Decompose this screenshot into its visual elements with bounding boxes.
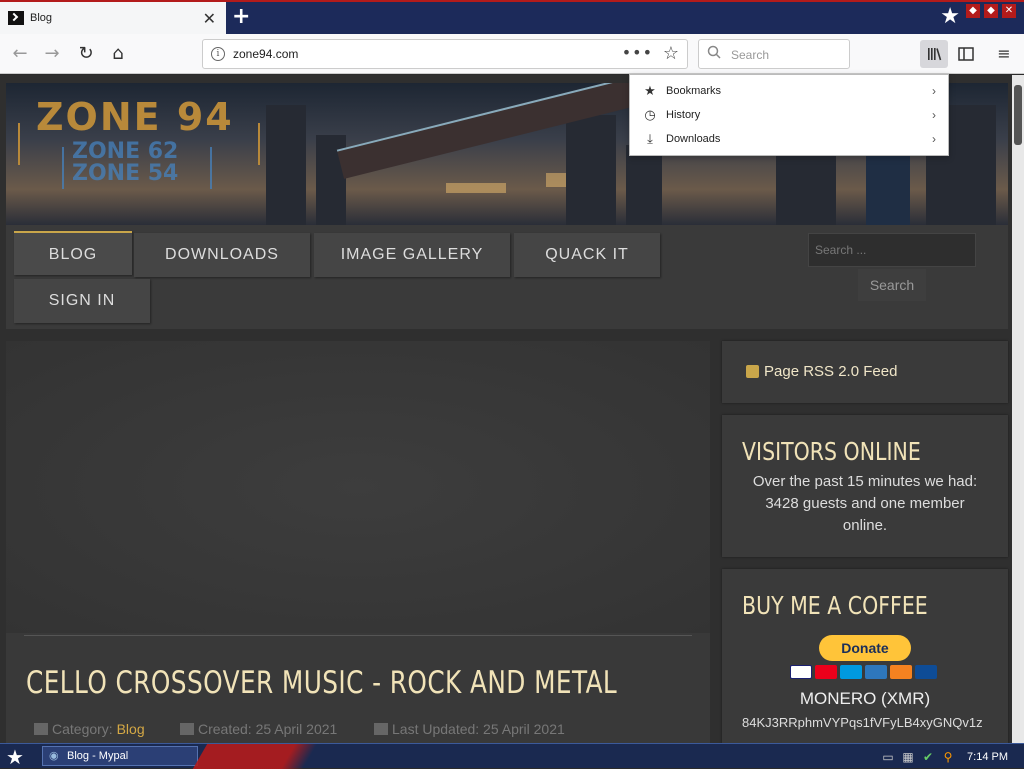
nav-item-image-gallery[interactable]: IMAGE GALLERY: [314, 233, 510, 277]
coffee-title: BUY ME A COFFEE: [742, 591, 928, 620]
page-actions-button[interactable]: •••: [622, 43, 653, 62]
nav-item-blog[interactable]: BLOG: [14, 231, 132, 275]
bookmark-star-icon[interactable]: ☆: [663, 43, 679, 64]
new-tab-button[interactable]: +: [232, 4, 250, 29]
article-title[interactable]: CELLO CROSSOVER MUSIC - ROCK AND METAL: [26, 665, 617, 701]
back-button[interactable]: ←: [6, 40, 34, 68]
monero-label: MONERO (XMR): [799, 689, 931, 708]
tab-blog[interactable]: Blog ✕: [0, 2, 226, 34]
network-icon[interactable]: ▦: [901, 750, 915, 764]
main-content: CELLO CROSSOVER MUSIC - ROCK AND METAL C…: [6, 341, 710, 743]
article-created: Created: 25 April 2021: [180, 721, 337, 737]
site-search-input[interactable]: Search ...: [808, 233, 976, 267]
forward-button[interactable]: →: [38, 40, 66, 68]
library-button[interactable]: [920, 40, 948, 68]
close-window-button[interactable]: ✕: [1002, 4, 1016, 18]
maximize-button[interactable]: ◆: [984, 4, 998, 18]
chevron-right-icon: ›: [932, 84, 936, 98]
library-menu: ★ Bookmarks › ◷ History › ⤓ Downloads ›: [629, 74, 949, 156]
menu-item-downloads[interactable]: ⤓ Downloads ›: [630, 127, 948, 151]
menu-item-label: Bookmarks: [666, 85, 722, 97]
browser-icon: ◉: [49, 749, 59, 762]
updated-date: Last Updated: 25 April 2021: [392, 721, 565, 737]
discover-icon: [890, 665, 912, 679]
navigation-toolbar: ← → ↻ ⌂ i zone94.com ••• ☆ Search ≡: [0, 34, 1024, 74]
category-label: Category:: [52, 721, 113, 737]
star-icon: ★: [940, 4, 960, 29]
site-search-button[interactable]: Search: [858, 269, 926, 301]
menu-button[interactable]: ≡: [990, 40, 1018, 68]
site-logo[interactable]: ZONE 94: [36, 95, 234, 139]
url-bar[interactable]: i zone94.com ••• ☆: [202, 39, 688, 69]
nav-item-downloads[interactable]: DOWNLOADS: [134, 233, 310, 277]
system-tray: ▭ ▦ ✔ ⚲ 7:14 PM: [881, 744, 1024, 769]
category-link[interactable]: Blog: [117, 721, 145, 737]
menu-item-label: Downloads: [666, 133, 721, 145]
url-text[interactable]: zone94.com: [233, 47, 298, 61]
calendar-icon: [180, 723, 194, 735]
visitors-title: VISITORS ONLINE: [742, 437, 921, 466]
download-icon: ⤓: [647, 131, 653, 146]
rss-box: Page RSS 2.0 Feed: [722, 341, 1008, 403]
amex-icon: [865, 665, 887, 679]
jcb-icon: [915, 665, 937, 679]
close-tab-icon[interactable]: ✕: [203, 9, 216, 28]
article-updated: Last Updated: 25 April 2021: [374, 721, 565, 737]
sidebar-icon: [958, 47, 974, 61]
search-placeholder: Search: [731, 48, 770, 62]
web-page: ZONE 94 ZONE 62 ZONE 54 BLOG DOWNLOADS I…: [0, 75, 1012, 743]
chevron-right-icon: ›: [932, 108, 936, 122]
keyboard-icon[interactable]: ▭: [881, 750, 895, 764]
created-date: Created: 25 April 2021: [198, 721, 338, 737]
library-icon: [928, 48, 942, 61]
scrollbar-thumb[interactable]: [1014, 85, 1022, 145]
mastercard-icon: [815, 665, 837, 679]
reload-button[interactable]: ↻: [72, 40, 100, 68]
search-icon[interactable]: ⚲: [941, 750, 955, 764]
start-menu-button[interactable]: ★: [6, 745, 24, 769]
search-icon: [707, 45, 721, 59]
monero-address[interactable]: 84KJ3RRphmVYPqs1fVFyLB4xyGNQv1z: [742, 715, 983, 730]
visitors-box: VISITORS ONLINE Over the past 15 minutes…: [722, 415, 1008, 557]
divider: [24, 635, 692, 636]
clock[interactable]: 7:14 PM: [967, 751, 1008, 763]
article-category: Category: Blog: [34, 721, 145, 737]
menu-item-history[interactable]: ◷ History ›: [630, 103, 948, 127]
rss-icon: [746, 365, 759, 378]
taskbar: ★ ◉ Blog - Mypal ▭ ▦ ✔ ⚲ 7:14 PM: [0, 743, 1024, 769]
calendar-icon: [374, 723, 388, 735]
coffee-box: BUY ME A COFFEE Donate MONERO (XMR) 84KJ…: [722, 569, 1008, 743]
menu-item-label: History: [666, 109, 701, 121]
window-controls: ◆ ◆ ✕: [966, 4, 1016, 18]
taskbar-item-label: Blog - Mypal: [67, 750, 129, 762]
info-icon[interactable]: i: [211, 47, 225, 61]
nav-item-quack-it[interactable]: QUACK IT: [514, 233, 660, 277]
minimize-button[interactable]: ◆: [966, 4, 980, 18]
tab-strip: Blog ✕ + ★ ◆ ◆ ✕: [0, 0, 1024, 34]
taskbar-item-browser[interactable]: ◉ Blog - Mypal: [42, 746, 198, 766]
shield-icon[interactable]: ✔: [921, 750, 935, 764]
browser-search-input[interactable]: Search: [698, 39, 850, 69]
article-image-placeholder: [6, 341, 710, 633]
rss-link[interactable]: Page RSS 2.0 Feed: [764, 363, 897, 380]
star-icon: ★: [644, 83, 656, 98]
payment-cards: [790, 665, 937, 679]
nav-item-sign-in[interactable]: SIGN IN: [14, 279, 150, 323]
site-favicon-icon: [8, 11, 24, 25]
home-button[interactable]: ⌂: [104, 40, 132, 68]
flag-decoration: [192, 744, 318, 769]
logo-sub-2: ZONE 54: [72, 161, 179, 186]
visa-icon: [790, 665, 812, 679]
folder-icon: [34, 723, 48, 735]
clock-icon: ◷: [644, 107, 656, 122]
tab-title: Blog: [30, 12, 53, 24]
maestro-icon: [840, 665, 862, 679]
sidebar-toggle-button[interactable]: [952, 40, 980, 68]
site-nav: BLOG DOWNLOADS IMAGE GALLERY QUACK IT SI…: [6, 225, 1008, 329]
page-scrollbar[interactable]: [1012, 75, 1024, 743]
visitors-text: Over the past 15 minutes we had: 3428 gu…: [752, 473, 978, 534]
chevron-right-icon: ›: [932, 132, 936, 146]
menu-item-bookmarks[interactable]: ★ Bookmarks ›: [630, 79, 948, 103]
donate-button[interactable]: Donate: [819, 635, 911, 661]
